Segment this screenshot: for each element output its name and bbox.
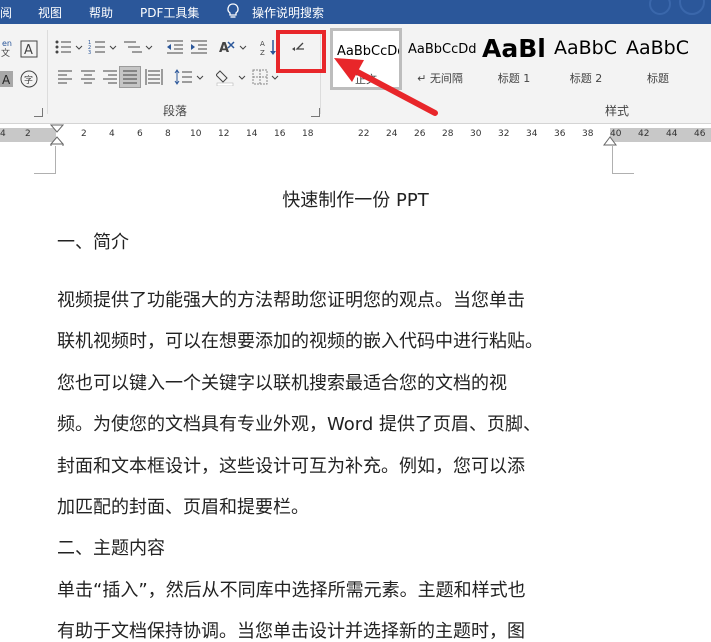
svg-text:Z: Z <box>260 49 265 56</box>
svg-text:字: 字 <box>24 74 33 86</box>
lightbulb-icon <box>226 3 240 20</box>
annotation-arrow <box>334 58 438 116</box>
styles-group-label: 样式 <box>605 104 630 118</box>
paragraph-line: 联机视频时，可以在想要添加的视频的嵌入代码中进行粘贴。 <box>57 331 543 352</box>
style-heading-2[interactable]: AaBbC 标题 2 <box>550 28 622 90</box>
menu-item-pdf-tools[interactable]: PDF工具集 <box>140 4 199 21</box>
heading-topic: 二、主题内容 <box>57 538 165 559</box>
chinese-layout-button[interactable]: A <box>218 36 248 58</box>
shading-button[interactable] <box>216 66 248 88</box>
menu-item-view[interactable]: 视图 <box>38 4 62 21</box>
paragraph-group-label: 段落 <box>163 104 188 118</box>
align-center-button[interactable] <box>77 66 99 88</box>
svg-text:A: A <box>219 41 229 56</box>
paragraph-dialog-launcher-icon[interactable] <box>311 108 320 117</box>
paragraph-line: 视频提供了功能强大的方法帮助您证明您的观点。当您单击 <box>57 290 525 311</box>
paragraph-line: 频。为使您的文档具有专业外观，Word 提供了页眉、页脚、 <box>57 414 541 435</box>
bullets-button[interactable] <box>54 36 84 58</box>
menu-item-review[interactable]: 阅 <box>0 4 12 21</box>
paragraph-line: 封面和文本框设计，这些设计可互为补充。例如，您可以添 <box>57 456 525 477</box>
font-dialog-launcher-icon[interactable] <box>34 108 43 117</box>
svg-text:en: en <box>2 39 12 48</box>
svg-text:A: A <box>24 43 33 58</box>
paragraph-line: 有助于文档保持协调。当您单击设计并选择新的主题时，图 <box>57 621 525 642</box>
align-right-button[interactable] <box>99 66 121 88</box>
crop-mark <box>34 146 56 174</box>
svg-text:文: 文 <box>1 47 10 58</box>
character-border-button[interactable]: A <box>18 38 40 60</box>
decrease-indent-button[interactable] <box>164 36 186 58</box>
title-bar-decoration <box>649 0 705 15</box>
phonetic-guide-button[interactable]: en 文 <box>0 36 14 58</box>
document-title: 快速制作一份 PPT <box>282 190 429 211</box>
menu-item-help[interactable]: 帮助 <box>89 4 113 21</box>
multilevel-list-button[interactable] <box>122 36 154 58</box>
heading-intro: 一、简介 <box>57 232 129 253</box>
character-shading-button[interactable]: A <box>0 68 14 90</box>
paragraph-line: 加匹配的封面、页眉和提要栏。 <box>57 497 309 518</box>
style-title[interactable]: AaBbC 标题 <box>622 28 711 90</box>
svg-text:3: 3 <box>88 50 91 55</box>
enclose-characters-button[interactable]: 字 <box>18 68 40 90</box>
numbering-button[interactable]: 123 <box>88 36 118 58</box>
increase-indent-button[interactable] <box>188 36 210 58</box>
paragraph-line: 您也可以键入一个关键字以联机搜索最适合您的文档的视 <box>57 373 507 394</box>
group-separator <box>47 30 48 114</box>
horizontal-ruler[interactable]: 4 2 2 4 6 8 10 12 14 16 18 22 24 26 28 3… <box>0 124 711 150</box>
distributed-button[interactable] <box>143 66 165 88</box>
crop-mark <box>612 146 634 174</box>
svg-text:A: A <box>260 40 265 48</box>
justify-button[interactable] <box>119 66 141 88</box>
align-left-button[interactable] <box>54 66 76 88</box>
menu-bar: 阅 视图 帮助 PDF工具集 操作说明搜索 <box>0 0 711 24</box>
right-indent-marker-icon[interactable] <box>603 134 617 146</box>
svg-text:A: A <box>2 73 11 87</box>
paragraph-line: 单击“插入”，然后从不同库中选择所需元素。主题和样式也 <box>57 580 526 601</box>
style-heading-1[interactable]: AaBl 标题 1 <box>478 28 550 90</box>
tell-me-search[interactable]: 操作说明搜索 <box>252 4 324 21</box>
line-spacing-button[interactable] <box>174 66 206 88</box>
highlight-box <box>276 30 326 73</box>
